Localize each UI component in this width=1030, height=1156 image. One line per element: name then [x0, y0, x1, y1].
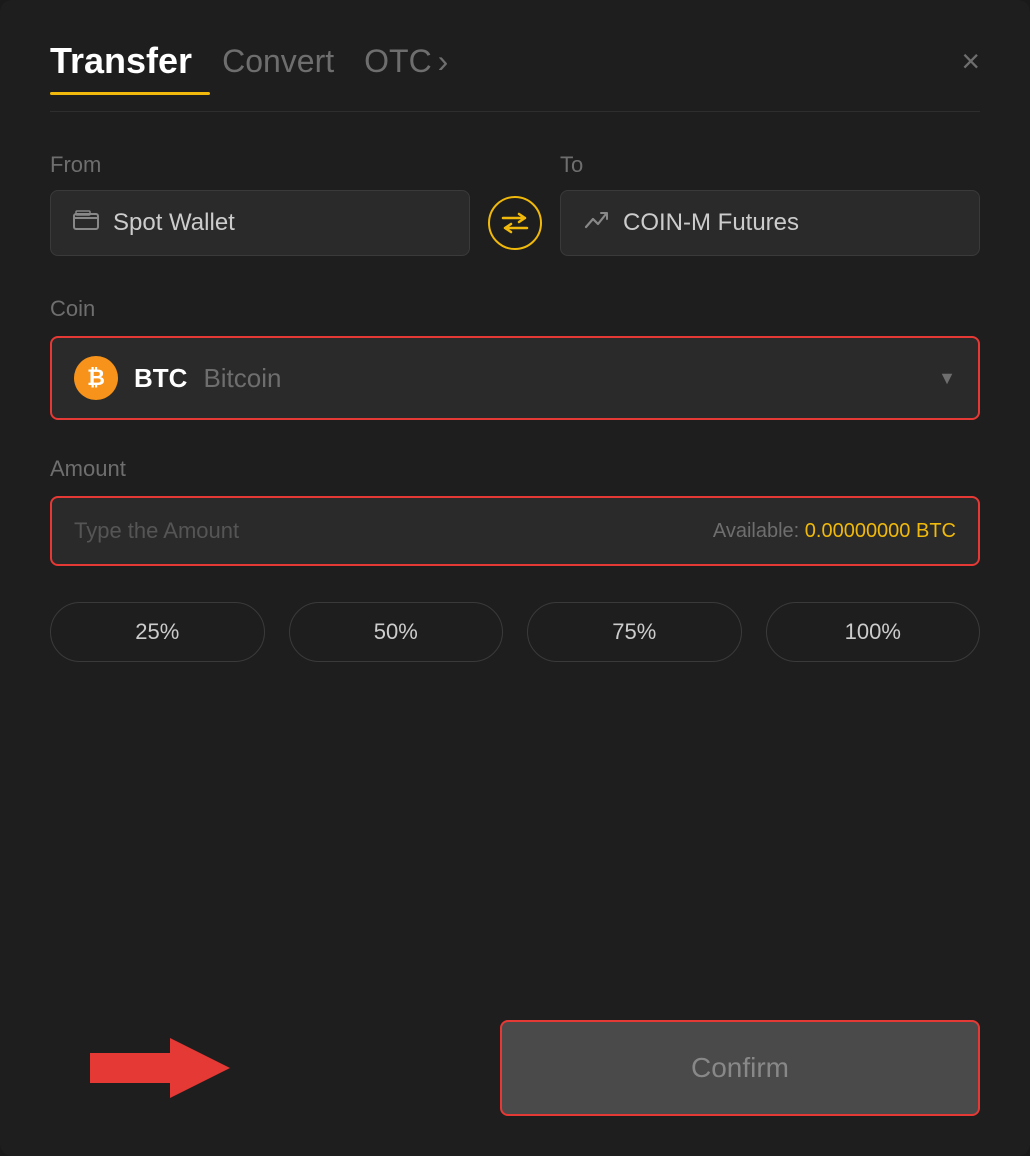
to-block: To COIN-M Futures [560, 152, 980, 256]
tab-convert[interactable]: Convert [222, 43, 334, 80]
active-tab-underline [50, 92, 210, 95]
chevron-right-icon: › [438, 43, 449, 80]
red-arrow-icon [90, 1028, 230, 1108]
tab-otc[interactable]: OTC › [364, 43, 448, 80]
from-wallet-label: Spot Wallet [113, 209, 235, 237]
amount-label: Amount [50, 456, 126, 481]
pct-25-button[interactable]: 25% [50, 602, 265, 662]
amount-input[interactable] [74, 518, 713, 544]
amount-section: Amount Available: 0.00000000 BTC [50, 456, 980, 566]
close-button[interactable]: × [961, 45, 980, 77]
to-label: To [560, 152, 980, 178]
tab-transfer[interactable]: Transfer [50, 40, 192, 82]
to-wallet-selector[interactable]: COIN-M Futures [560, 190, 980, 256]
modal-header: Transfer Convert OTC › × [50, 40, 980, 82]
btc-icon: ₿ [74, 356, 118, 400]
from-label: From [50, 152, 470, 178]
spacer [50, 722, 980, 1020]
swap-button[interactable] [488, 196, 542, 250]
confirm-button[interactable]: Confirm [500, 1020, 980, 1116]
pct-50-button[interactable]: 50% [289, 602, 504, 662]
amount-box: Available: 0.00000000 BTC [50, 496, 980, 566]
available-text: Available: 0.00000000 BTC [713, 520, 956, 543]
coin-selector[interactable]: ₿ BTC Bitcoin ▼ [50, 336, 980, 420]
available-value: 0.00000000 BTC [805, 520, 956, 542]
coin-label: Coin [50, 296, 95, 321]
coin-fullname: Bitcoin [203, 363, 281, 394]
pct-buttons-row: 25% 50% 75% 100% [50, 602, 980, 662]
from-to-section: From Spot Wallet [50, 152, 980, 256]
pct-100-button[interactable]: 100% [766, 602, 981, 662]
coin-symbol: BTC [134, 363, 187, 394]
from-wallet-selector[interactable]: Spot Wallet [50, 190, 470, 256]
header-divider [50, 111, 980, 112]
wallet-icon [73, 210, 99, 236]
swap-btn-wrapper [470, 196, 560, 256]
coin-section: Coin ₿ BTC Bitcoin ▼ [50, 296, 980, 420]
arrow-indicator [90, 1028, 230, 1108]
pct-75-button[interactable]: 75% [527, 602, 742, 662]
from-block: From Spot Wallet [50, 152, 470, 256]
chevron-down-icon: ▼ [938, 368, 956, 389]
to-wallet-label: COIN-M Futures [623, 209, 799, 237]
transfer-modal: Transfer Convert OTC › × From Spot Walle… [0, 0, 1030, 1156]
confirm-section: Confirm [50, 1020, 980, 1116]
futures-icon [583, 209, 609, 237]
